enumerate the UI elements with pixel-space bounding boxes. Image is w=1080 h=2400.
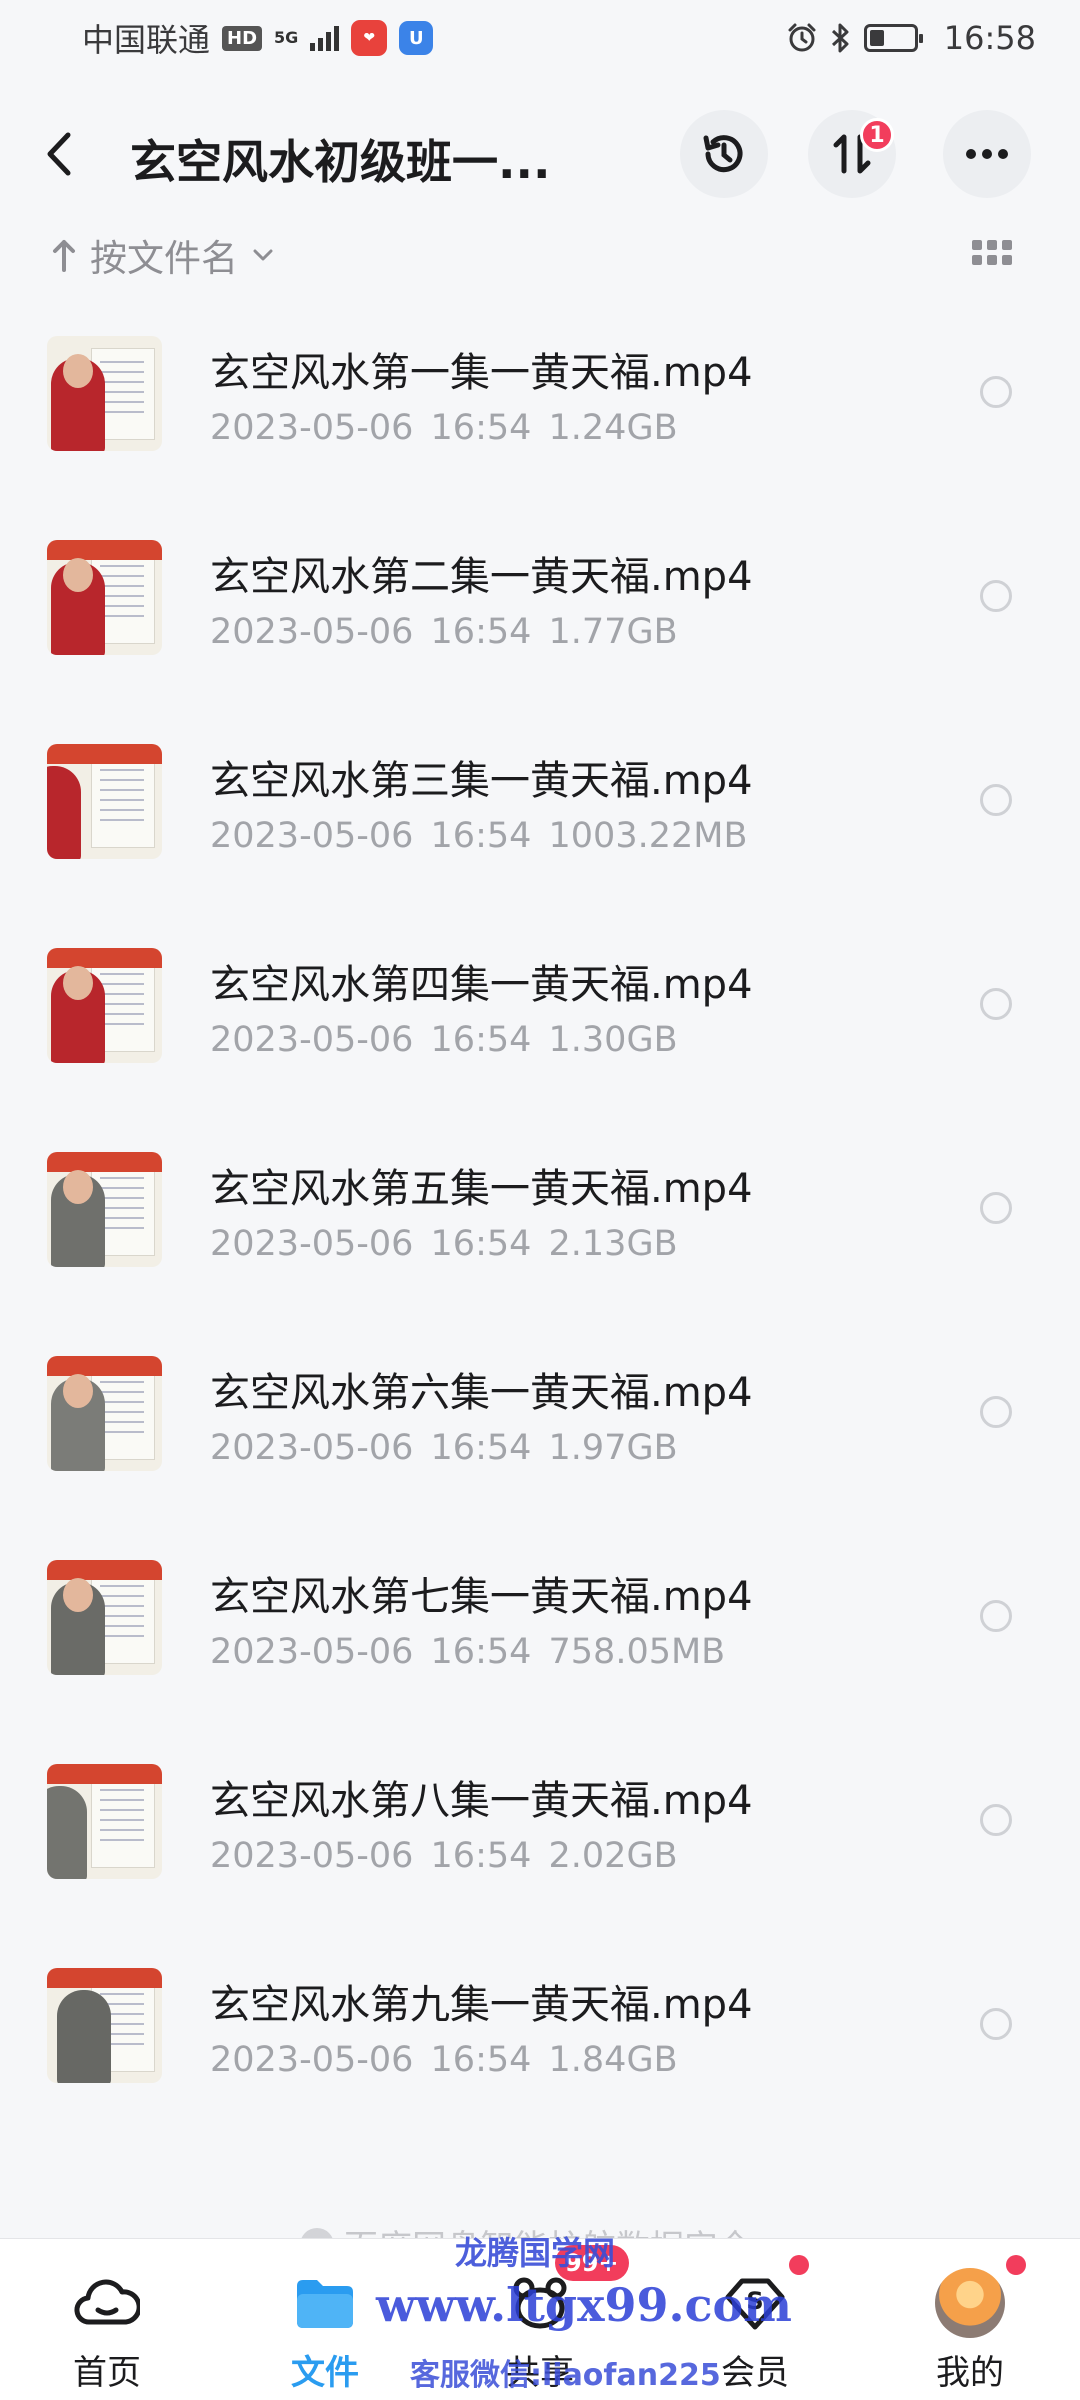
shield-app-icon: U [399,21,434,55]
transfer-list-button[interactable]: 1 [808,110,896,198]
share-bear-icon [505,2271,575,2335]
file-meta: 2023-05-06 16:54 2.02GB [210,1836,678,1876]
file-name: 玄空风水第七集一黄天福.mp4 [210,1574,753,1620]
history-icon [703,135,743,173]
select-checkbox[interactable] [980,580,1012,612]
file-name: 玄空风水第六集一黄天福.mp4 [210,1370,753,1416]
file-meta: 2023-05-06 16:54 1.30GB [210,1020,678,1060]
history-button[interactable] [680,110,768,198]
file-meta: 2023-05-06 16:54 1.77GB [210,612,678,652]
nav-files[interactable]: 文件 [235,2239,415,2400]
file-meta: 2023-05-06 16:54 2.13GB [210,1224,678,1264]
nav-files-label: 文件 [291,2353,359,2393]
battery-icon [863,24,923,52]
file-meta: 2023-05-06 16:54 1003.22MB [210,816,748,856]
file-name: 玄空风水第三集一黄天福.mp4 [210,758,753,804]
avatar [935,2268,1005,2338]
video-thumbnail [47,1560,162,1675]
list-item[interactable]: 玄空风水第九集一黄天福.mp4 2023-05-06 16:54 1.84GB [0,1962,1080,2166]
chevron-down-icon [253,249,273,261]
nav-me[interactable]: 我的 [880,2239,1060,2400]
me-dot-badge [1006,2255,1026,2275]
video-thumbnail [47,1152,162,1267]
bluetooth-icon [831,23,849,53]
nav-vip[interactable]: S 会员 [665,2239,845,2400]
sort-toolbar: 按文件名 [0,228,1080,288]
video-thumbnail [47,336,162,451]
hd-icon: HD [222,25,263,51]
file-meta: 2023-05-06 16:54 1.24GB [210,408,678,448]
transfer-badge: 1 [860,118,894,152]
alarm-icon [788,23,816,52]
nav-home[interactable]: 首页 [17,2239,197,2400]
file-name: 玄空风水第八集一黄天福.mp4 [210,1778,753,1824]
bottom-nav: 首页 文件 99+ 共享 S 会员 我的 [0,2238,1080,2400]
file-list: 玄空风水第一集一黄天福.mp4 2023-05-06 16:54 1.24GB … [0,330,1080,2166]
select-checkbox[interactable] [980,1600,1012,1632]
more-dots-icon [966,149,1008,159]
page-header: 玄空风水初级班一... 1 [0,108,1080,198]
vip-diamond-icon: S [720,2271,790,2335]
clock-label: 16:58 [943,19,1036,57]
page-title: 玄空风水初级班一... [130,135,551,189]
file-meta: 2023-05-06 16:54 1.97GB [210,1428,678,1468]
select-checkbox[interactable] [980,1192,1012,1224]
share-count-badge: 99+ [555,2245,629,2281]
nav-share[interactable]: 99+ 共享 [450,2239,630,2400]
video-thumbnail [47,948,162,1063]
video-thumbnail [47,540,162,655]
nav-home-label: 首页 [73,2353,141,2393]
video-thumbnail [47,744,162,859]
signal-icon [310,25,340,51]
app-notification-icon: ❤ [351,20,388,56]
select-checkbox[interactable] [980,376,1012,408]
grid-view-icon[interactable] [972,240,1012,270]
select-checkbox[interactable] [980,784,1012,816]
list-item[interactable]: 玄空风水第五集一黄天福.mp4 2023-05-06 16:54 2.13GB [0,1146,1080,1350]
file-name: 玄空风水第一集一黄天福.mp4 [210,350,753,396]
list-item[interactable]: 玄空风水第二集一黄天福.mp4 2023-05-06 16:54 1.77GB [0,534,1080,738]
file-browser-screen: 中国联通 HD 5G ❤ U 16:58 玄空风水初级班一... 1 按文件名 … [0,0,1080,2400]
file-meta: 2023-05-06 16:54 1.84GB [210,2040,678,2080]
cloud-home-icon [72,2271,142,2335]
nav-me-label: 我的 [936,2353,1004,2393]
list-item[interactable]: 玄空风水第六集一黄天福.mp4 2023-05-06 16:54 1.97GB [0,1350,1080,1554]
svg-text:S: S [746,2287,763,2315]
sort-label: 按文件名 [90,237,238,280]
file-meta: 2023-05-06 16:54 758.05MB [210,1632,726,1672]
more-options-button[interactable] [943,110,1031,198]
select-checkbox[interactable] [980,1804,1012,1836]
sort-arrow-up-icon [53,240,75,272]
network-type-label: 5G [274,28,299,47]
select-checkbox[interactable] [980,1396,1012,1428]
nav-vip-label: 会员 [721,2353,789,2393]
status-bar: 中国联通 HD 5G ❤ U 16:58 [0,0,1080,76]
back-button[interactable] [44,128,96,180]
list-item[interactable]: 玄空风水第一集一黄天福.mp4 2023-05-06 16:54 1.24GB [0,330,1080,534]
file-name: 玄空风水第九集一黄天福.mp4 [210,1982,753,2028]
list-item[interactable]: 玄空风水第四集一黄天福.mp4 2023-05-06 16:54 1.30GB [0,942,1080,1146]
list-item[interactable]: 玄空风水第三集一黄天福.mp4 2023-05-06 16:54 1003.22… [0,738,1080,942]
sort-button[interactable]: 按文件名 [52,228,274,282]
folder-icon [290,2271,360,2335]
chevron-left-icon [47,132,71,176]
select-checkbox[interactable] [980,2008,1012,2040]
carrier-label: 中国联通 [82,21,211,59]
video-thumbnail [47,1968,162,2083]
list-item[interactable]: 玄空风水第八集一黄天福.mp4 2023-05-06 16:54 2.02GB [0,1758,1080,1962]
status-bar-right: 16:58 [786,19,1036,57]
select-checkbox[interactable] [980,988,1012,1020]
vip-dot-badge [789,2255,809,2275]
video-thumbnail [47,1764,162,1879]
file-name: 玄空风水第五集一黄天福.mp4 [210,1166,753,1212]
file-name: 玄空风水第四集一黄天福.mp4 [210,962,753,1008]
file-name: 玄空风水第二集一黄天福.mp4 [210,554,753,600]
video-thumbnail [47,1356,162,1471]
status-bar-left: 中国联通 HD 5G ❤ U [82,15,434,61]
nav-share-label: 共享 [506,2353,574,2393]
list-item[interactable]: 玄空风水第七集一黄天福.mp4 2023-05-06 16:54 758.05M… [0,1554,1080,1758]
